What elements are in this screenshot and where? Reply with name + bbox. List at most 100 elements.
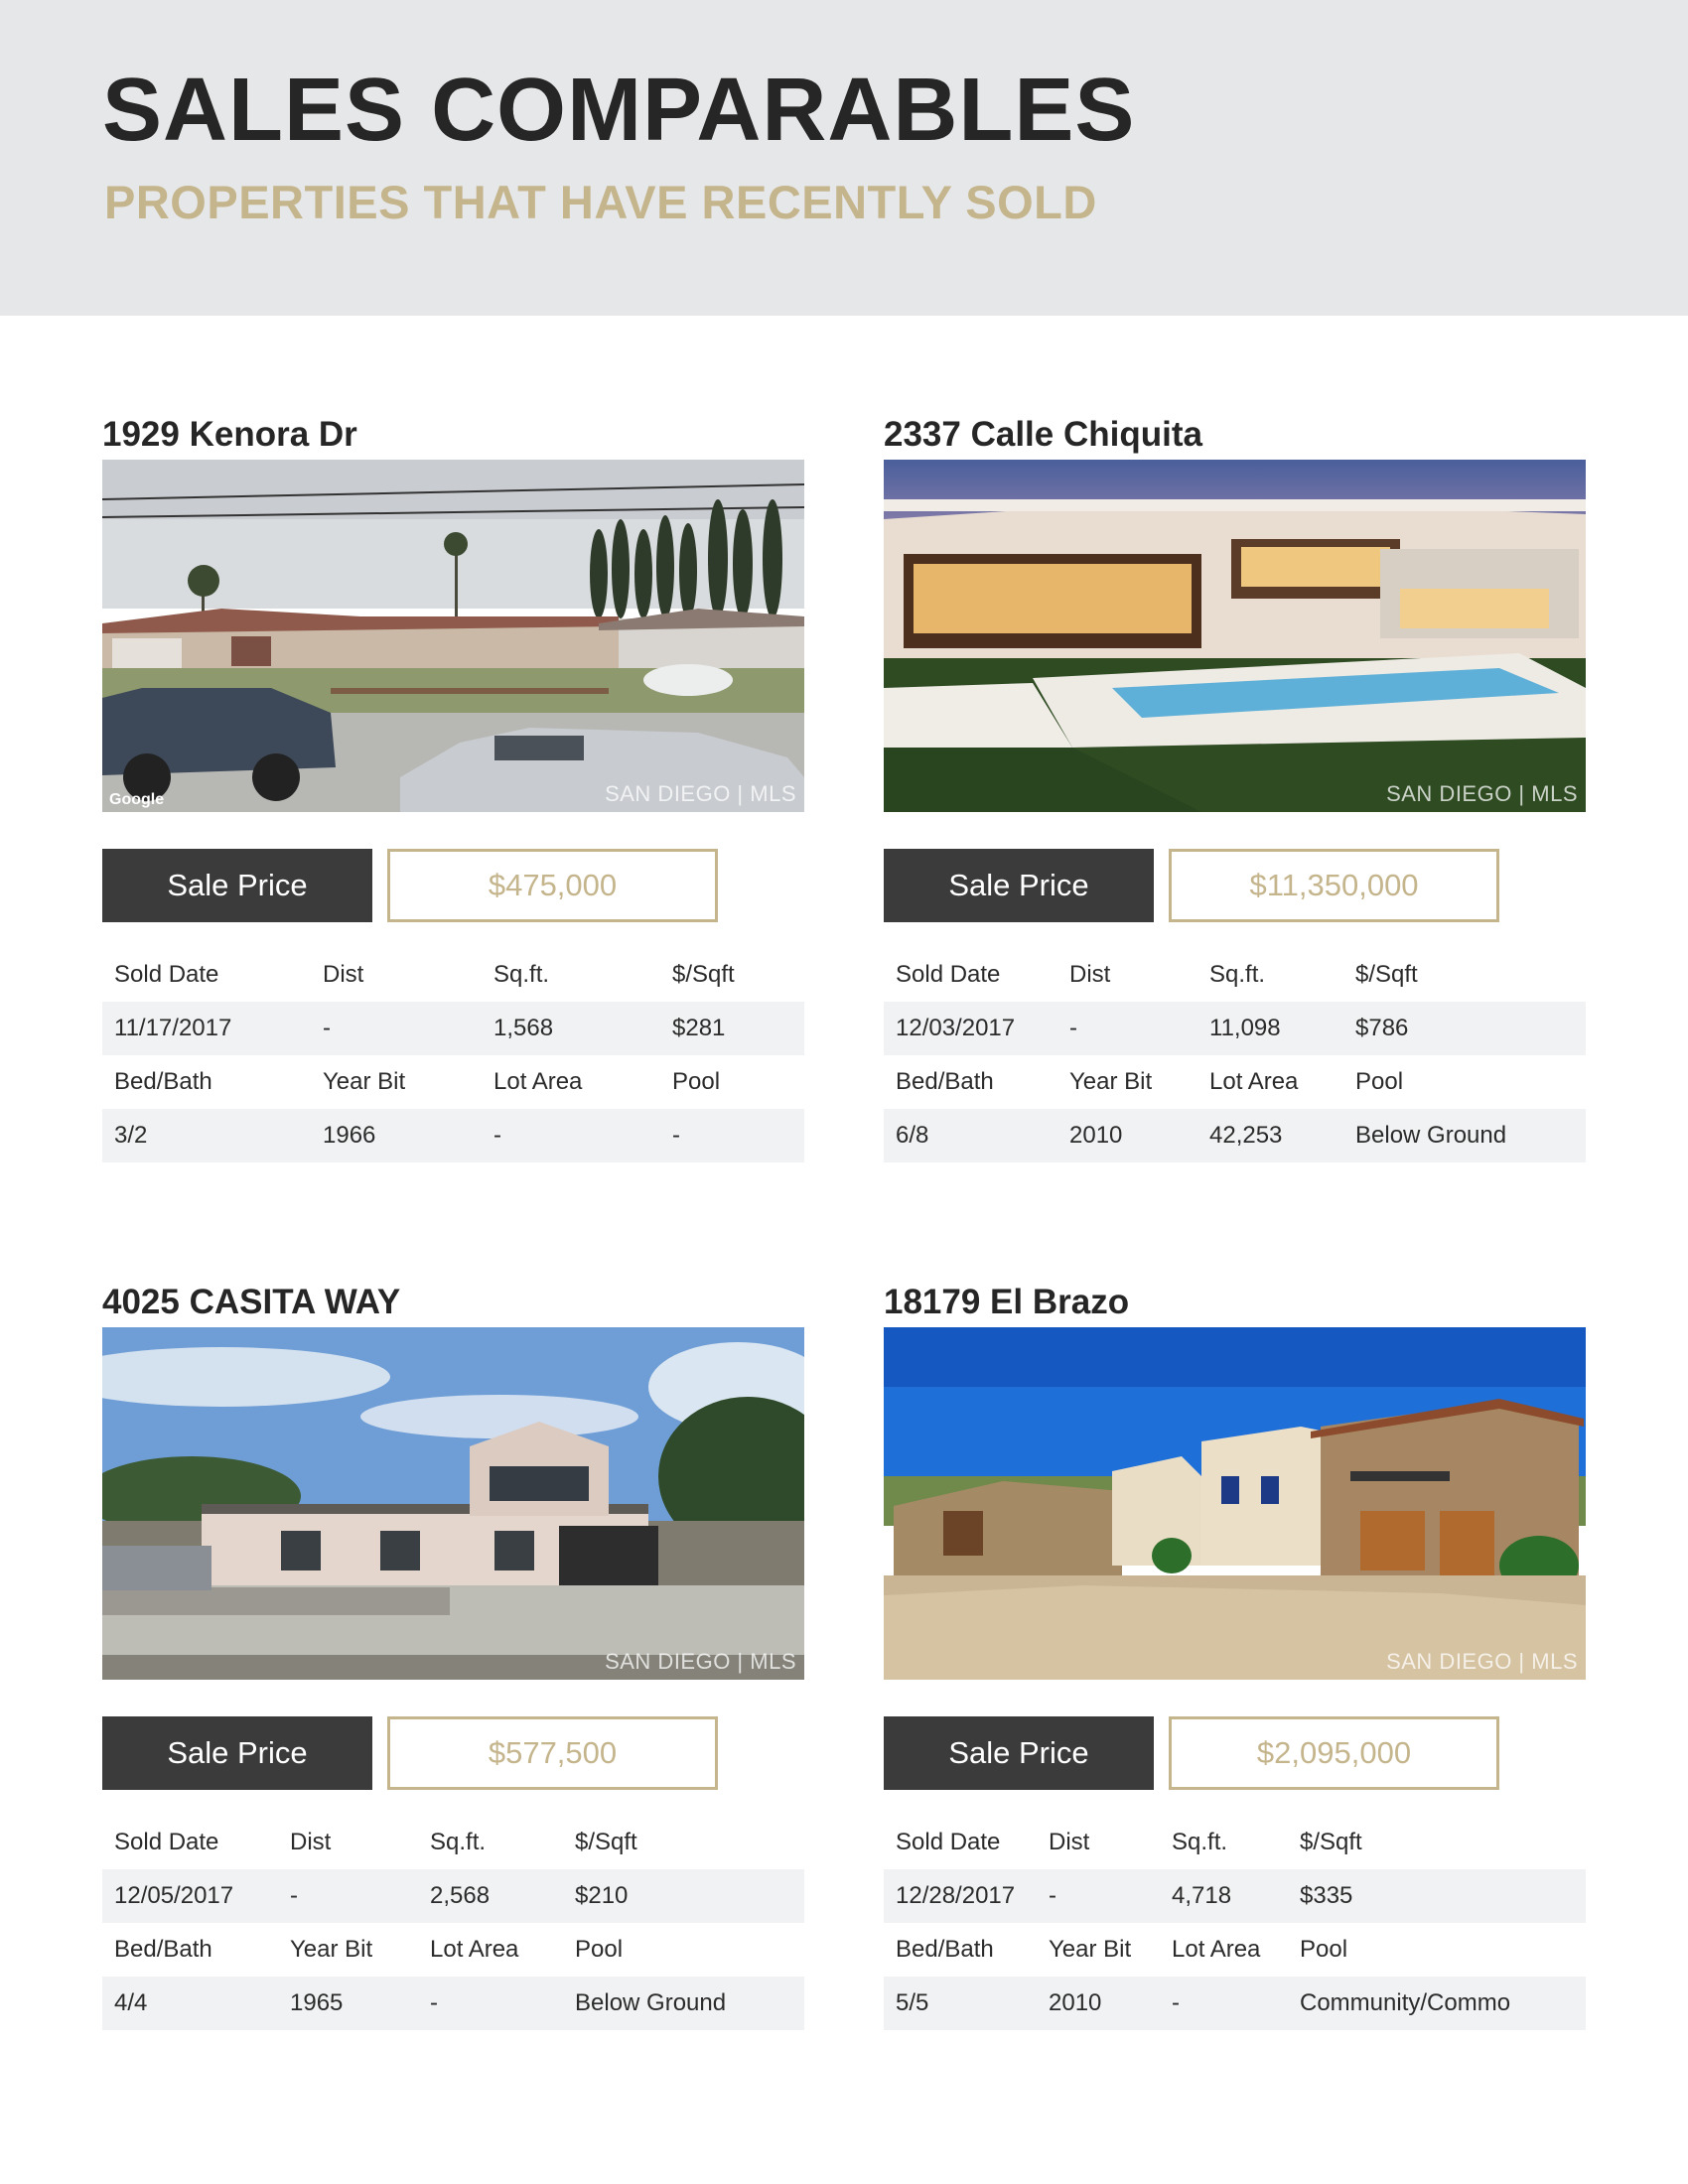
sold-date-value: 12/05/2017: [114, 1882, 234, 1909]
sold-date-header: Sold Date: [114, 961, 219, 988]
listing-address: 2337 Calle Chiquita: [884, 415, 1202, 454]
year-built-header: Year Bit: [323, 1068, 406, 1095]
stats-header-row-1: Sold Date Dist Sq.ft. $/Sqft: [102, 1816, 804, 1869]
sqft-value: 1,568: [493, 1015, 554, 1041]
listing-address: 18179 El Brazo: [884, 1283, 1130, 1321]
stats-header-row-1: Sold Date Dist Sq.ft. $/Sqft: [884, 1816, 1586, 1869]
listing-stats: Sold Date Dist Sq.ft. $/Sqft 11/17/2017 …: [102, 948, 804, 1162]
listing-photo: SAN DIEGO | MLS: [884, 1327, 1586, 1680]
price-per-sqft-header: $/Sqft: [1355, 961, 1418, 988]
lot-area-header: Lot Area: [493, 1068, 583, 1095]
sold-date-value: 12/03/2017: [896, 1015, 1016, 1041]
bed-bath-header: Bed/Bath: [896, 1936, 994, 1963]
listing-address: 4025 CASITA WAY: [102, 1283, 401, 1321]
year-built-header: Year Bit: [1069, 1068, 1153, 1095]
sold-date-value: 12/28/2017: [896, 1882, 1016, 1909]
bed-bath-header: Bed/Bath: [896, 1068, 994, 1095]
page-header: SALES COMPARABLES PROPERTIES THAT HAVE R…: [0, 0, 1688, 316]
pool-value: Below Ground: [1355, 1122, 1507, 1149]
pool-value: Below Ground: [575, 1989, 727, 2016]
lot-area-value: -: [1172, 1989, 1180, 2016]
sqft-header: Sq.ft.: [493, 961, 550, 988]
price-per-sqft-value: $210: [575, 1882, 629, 1909]
pool-header: Pool: [575, 1936, 624, 1963]
year-built-header: Year Bit: [290, 1936, 373, 1963]
stats-header-row-2: Bed/Bath Year Bit Lot Area Pool: [102, 1923, 804, 1977]
listing-photo: SAN DIEGO | MLS: [884, 460, 1586, 812]
mls-watermark: SAN DIEGO | MLS: [605, 1649, 796, 1674]
sold-date-header: Sold Date: [896, 961, 1001, 988]
sqft-header: Sq.ft.: [1172, 1829, 1228, 1855]
sale-price-label: Sale Price: [884, 1716, 1154, 1790]
dist-header: Dist: [1069, 961, 1111, 988]
sold-date-header: Sold Date: [896, 1829, 1001, 1855]
sqft-header: Sq.ft.: [430, 1829, 487, 1855]
year-built-value: 2010: [1049, 1989, 1102, 2016]
dist-value: -: [290, 1882, 298, 1909]
bed-bath-header: Bed/Bath: [114, 1068, 212, 1095]
bed-bath-header: Bed/Bath: [114, 1936, 212, 1963]
sale-price-label: Sale Price: [102, 849, 372, 922]
stats-value-row-1: 11/17/2017 - 1,568 $281: [102, 1002, 804, 1055]
lot-area-value: 42,253: [1209, 1122, 1283, 1149]
sqft-header: Sq.ft.: [1209, 961, 1266, 988]
pool-header: Pool: [672, 1068, 721, 1095]
google-logo: Google: [109, 791, 165, 808]
stats-value-row-2: 6/8 2010 42,253 Below Ground: [884, 1109, 1586, 1162]
price-per-sqft-header: $/Sqft: [1300, 1829, 1362, 1855]
listing-stats: Sold Date Dist Sq.ft. $/Sqft 12/03/2017 …: [884, 948, 1586, 1162]
pool-header: Pool: [1300, 1936, 1348, 1963]
listing-photo: SAN DIEGO | MLS: [102, 1327, 804, 1680]
lot-area-value: -: [493, 1122, 501, 1149]
stats-header-row-2: Bed/Bath Year Bit Lot Area Pool: [884, 1923, 1586, 1977]
sqft-value: 11,098: [1209, 1015, 1281, 1041]
lot-area-header: Lot Area: [1209, 1068, 1299, 1095]
page-title: SALES COMPARABLES: [102, 61, 1136, 160]
pool-value: -: [672, 1122, 680, 1149]
stats-value-row-1: 12/05/2017 - 2,568 $210: [102, 1869, 804, 1923]
stats-header-row-1: Sold Date Dist Sq.ft. $/Sqft: [102, 948, 804, 1002]
lot-area-value: -: [430, 1989, 438, 2016]
dist-value: -: [323, 1015, 331, 1041]
dist-value: -: [1049, 1882, 1056, 1909]
sold-date-value: 11/17/2017: [114, 1015, 232, 1041]
lot-area-header: Lot Area: [1172, 1936, 1261, 1963]
bed-bath-value: 6/8: [896, 1122, 929, 1149]
price-per-sqft-value: $335: [1300, 1882, 1353, 1909]
listing-stats: Sold Date Dist Sq.ft. $/Sqft 12/05/2017 …: [102, 1816, 804, 2030]
mls-watermark: SAN DIEGO | MLS: [1386, 781, 1578, 806]
dist-value: -: [1069, 1015, 1077, 1041]
year-built-header: Year Bit: [1049, 1936, 1132, 1963]
dist-header: Dist: [290, 1829, 332, 1855]
sale-price-value: $577,500: [387, 1716, 718, 1790]
year-built-value: 2010: [1069, 1122, 1123, 1149]
price-per-sqft-value: $786: [1355, 1015, 1409, 1041]
stats-value-row-1: 12/28/2017 - 4,718 $335: [884, 1869, 1586, 1923]
pool-value: Community/Commo: [1300, 1989, 1511, 2016]
sold-date-header: Sold Date: [114, 1829, 219, 1855]
stats-header-row-2: Bed/Bath Year Bit Lot Area Pool: [884, 1055, 1586, 1109]
listing-stats: Sold Date Dist Sq.ft. $/Sqft 12/28/2017 …: [884, 1816, 1586, 2030]
lot-area-header: Lot Area: [430, 1936, 519, 1963]
dist-header: Dist: [1049, 1829, 1090, 1855]
stats-header-row-1: Sold Date Dist Sq.ft. $/Sqft: [884, 948, 1586, 1002]
stats-value-row-2: 5/5 2010 - Community/Commo: [884, 1977, 1586, 2030]
price-per-sqft-value: $281: [672, 1015, 726, 1041]
sale-price-label: Sale Price: [102, 1716, 372, 1790]
sqft-value: 4,718: [1172, 1882, 1232, 1909]
year-built-value: 1966: [323, 1122, 376, 1149]
sale-price-value: $475,000: [387, 849, 718, 922]
sale-price-value: $2,095,000: [1169, 1716, 1499, 1790]
pool-header: Pool: [1355, 1068, 1404, 1095]
year-built-value: 1965: [290, 1989, 344, 2016]
mls-watermark: SAN DIEGO | MLS: [605, 781, 796, 806]
bed-bath-value: 4/4: [114, 1989, 148, 2016]
listing-photo: Google SAN DIEGO | MLS: [102, 460, 804, 812]
bed-bath-value: 3/2: [114, 1122, 148, 1149]
stats-value-row-1: 12/03/2017 - 11,098 $786: [884, 1002, 1586, 1055]
sale-price-value: $11,350,000: [1169, 849, 1499, 922]
page-subtitle: PROPERTIES THAT HAVE RECENTLY SOLD: [104, 176, 1097, 228]
price-per-sqft-header: $/Sqft: [575, 1829, 637, 1855]
stats-header-row-2: Bed/Bath Year Bit Lot Area Pool: [102, 1055, 804, 1109]
bed-bath-value: 5/5: [896, 1989, 929, 2016]
